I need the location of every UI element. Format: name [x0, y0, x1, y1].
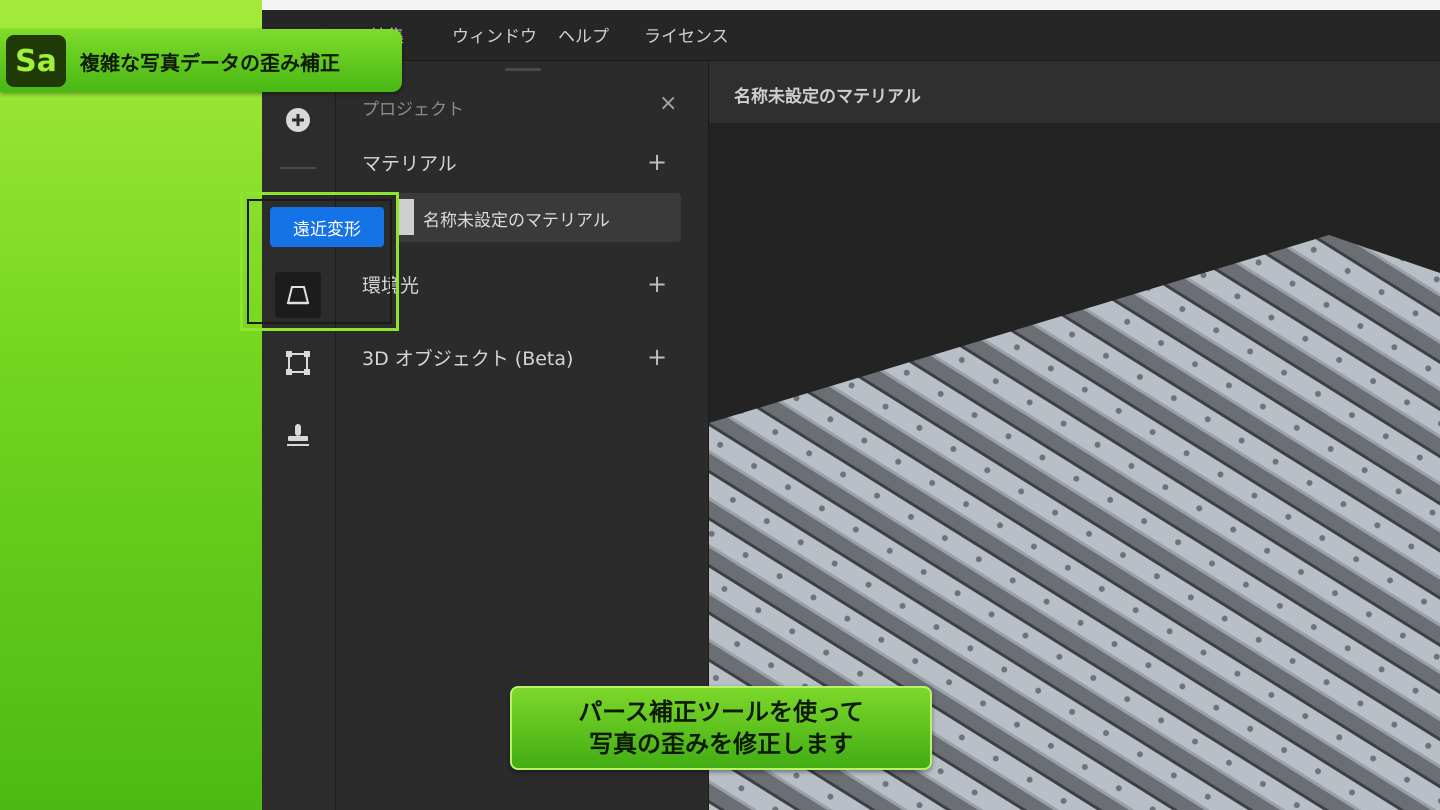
viewport-header: 名称未設定のマテリアル	[709, 61, 1440, 123]
panel-grip[interactable]	[505, 68, 541, 71]
section-3d-objects[interactable]: 3D オブジェクト (Beta)	[362, 344, 573, 371]
section-materials[interactable]: マテリアル	[362, 149, 457, 176]
stamp-tool-icon[interactable]	[280, 417, 316, 453]
badge-title: 複雑な写真データの歪み補正	[80, 51, 340, 75]
caption-line-2: 写真の歪みを修正します	[589, 730, 853, 758]
caption-line-1: パース補正ツールを使って	[578, 698, 864, 726]
perspective-tooltip: 遠近変形	[270, 207, 384, 247]
add-material-icon[interactable]: +	[647, 150, 667, 174]
panel-title: プロジェクト	[362, 100, 464, 120]
add-environment-icon[interactable]: +	[647, 272, 667, 296]
menu-help[interactable]: ヘルプ	[558, 22, 609, 47]
title-badge: Sa 複雑な写真データの歪み補正	[0, 29, 402, 92]
caption-box: パース補正ツールを使って 写真の歪みを修正します	[510, 686, 932, 770]
menu-license[interactable]: ライセンス	[644, 22, 729, 47]
material-item-label: 名称未設定のマテリアル	[423, 211, 610, 231]
transform-tool-icon[interactable]	[280, 345, 316, 381]
substance-logo: Sa	[6, 35, 66, 87]
tool-rail	[262, 61, 336, 810]
viewport-title: 名称未設定のマテリアル	[734, 87, 921, 107]
green-background	[0, 0, 262, 810]
rail-divider	[280, 167, 316, 169]
add-3d-object-icon[interactable]: +	[647, 345, 667, 369]
menu-window[interactable]: ウィンドウ	[452, 22, 537, 47]
material-item[interactable]: 名称未設定のマテリアル	[396, 193, 681, 242]
add-tool-icon[interactable]	[280, 102, 316, 138]
menu-bar: ファイル 編集 ウィンドウ ヘルプ ライセンス	[262, 10, 1440, 61]
title-strip	[262, 0, 1440, 10]
close-icon[interactable]: ×	[659, 91, 677, 116]
